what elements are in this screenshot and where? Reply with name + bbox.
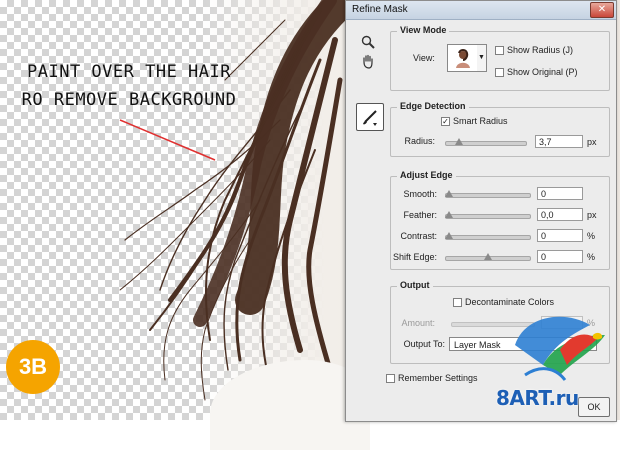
contrast-input[interactable]: 0 (537, 229, 583, 242)
amount-label: Amount: (401, 318, 435, 328)
adjust-edge-title: Adjust Edge (397, 170, 456, 180)
hand-icon (363, 54, 373, 69)
step-badge: 3B (6, 340, 60, 394)
ok-button[interactable]: OK (578, 397, 610, 417)
feather-unit: px (587, 210, 597, 220)
refine-radius-brush-icon (363, 110, 377, 126)
radius-slider-thumb[interactable] (455, 138, 463, 145)
radius-input[interactable]: 3,7 (535, 135, 583, 148)
shift-edge-slider[interactable] (445, 253, 531, 261)
close-icon: ✕ (597, 4, 607, 15)
contrast-label: Contrast: (400, 231, 437, 241)
smart-radius-label: Smart Radius (453, 116, 508, 126)
feather-slider-thumb[interactable] (445, 211, 453, 218)
zoom-icon (361, 35, 375, 49)
hand-tool-button[interactable] (360, 53, 376, 69)
shift-edge-slider-thumb[interactable] (484, 253, 492, 260)
smooth-label: Smooth: (403, 189, 437, 199)
parrot-logo (515, 316, 605, 381)
view-mode-dropdown-arrow[interactable]: ▼ (477, 44, 487, 72)
view-mode-group: View Mode View: ▼ Show Radius (J) Show O… (390, 25, 610, 91)
view-label: View: (413, 53, 435, 63)
smooth-input[interactable]: 0 (537, 187, 583, 200)
output-title: Output (397, 280, 433, 290)
chevron-down-icon: ▼ (478, 54, 485, 61)
radius-slider[interactable] (445, 138, 527, 146)
view-mode-thumbnail[interactable] (447, 44, 479, 72)
decontaminate-colors-checkbox[interactable] (453, 298, 462, 307)
feather-input[interactable]: 0,0 (537, 208, 583, 221)
close-button[interactable]: ✕ (590, 2, 614, 18)
shift-edge-unit: % (587, 252, 596, 262)
watermark-logo-text: 8ART.ru (496, 386, 579, 410)
dialog-titlebar[interactable]: Refine Mask ✕ (346, 1, 616, 20)
radius-unit: px (587, 137, 597, 147)
edge-detection-group: Edge Detection ✓ Smart Radius Radius: 3,… (390, 101, 610, 157)
contrast-unit: % (587, 231, 596, 241)
view-mode-title: View Mode (397, 25, 450, 35)
show-radius-checkbox[interactable] (495, 46, 504, 55)
shift-edge-label: Shift Edge: (392, 252, 437, 262)
smart-radius-checkbox[interactable]: ✓ (441, 117, 450, 126)
zoom-tool-button[interactable] (360, 34, 376, 50)
smooth-slider[interactable] (445, 190, 531, 198)
refine-radius-tool-button[interactable] (356, 103, 384, 131)
shift-edge-input[interactable]: 0 (537, 250, 583, 263)
remember-settings-label: Remember Settings (398, 373, 478, 383)
contrast-slider-thumb[interactable] (445, 232, 453, 239)
show-original-label: Show Original (P) (507, 67, 578, 77)
adjust-edge-group: Adjust Edge Smooth: 0 Feather: 0,0 px Co… (390, 170, 610, 270)
show-radius-label: Show Radius (J) (507, 45, 574, 55)
radius-label: Radius: (404, 136, 435, 146)
feather-label: Feather: (403, 210, 437, 220)
output-to-value: Layer Mask (454, 340, 501, 350)
portrait-thumbnail-icon (456, 49, 470, 68)
dialog-title: Refine Mask (352, 4, 408, 15)
remember-settings-checkbox[interactable] (386, 374, 395, 383)
show-original-checkbox[interactable] (495, 68, 504, 77)
edge-detection-title: Edge Detection (397, 101, 469, 111)
feather-slider[interactable] (445, 211, 531, 219)
output-to-label: Output To: (403, 339, 445, 349)
smooth-slider-thumb[interactable] (445, 190, 453, 197)
contrast-slider[interactable] (445, 232, 531, 240)
